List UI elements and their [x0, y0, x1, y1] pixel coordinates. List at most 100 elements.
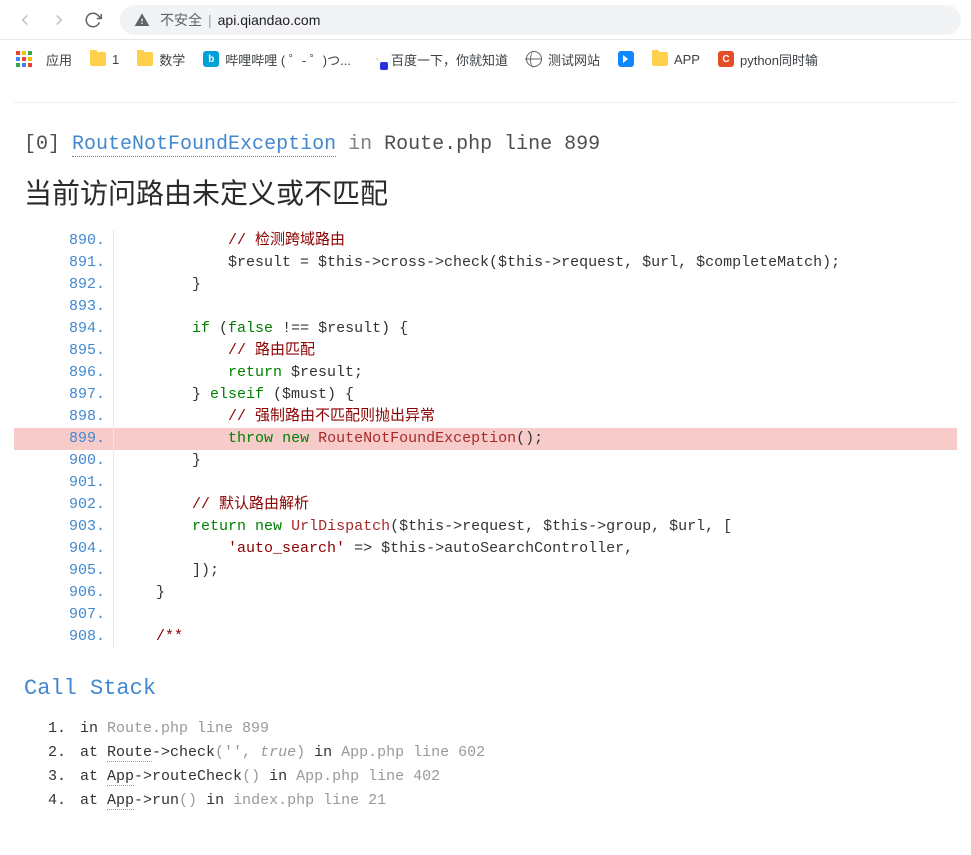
line-number: 890. [14, 230, 114, 252]
code-text: // 路由匹配 [114, 340, 957, 362]
bookmark-label: 哔哩哔哩 ( ゜- ゜)つ... [225, 50, 351, 69]
bookmark-item[interactable]: 测试网站 [518, 46, 608, 73]
code-line: 897. } elseif ($must) { [14, 384, 957, 406]
code-text: ]); [114, 560, 957, 582]
code-line: 891. $result = $this->cross->check($this… [14, 252, 957, 274]
code-text [114, 472, 957, 494]
code-line: 904. 'auto_search' => $this->autoSearchC… [14, 538, 957, 560]
line-number: 906. [14, 582, 114, 604]
line-number: 891. [14, 252, 114, 274]
line-number: 892. [14, 274, 114, 296]
line-number: 899. [14, 428, 114, 450]
code-text: // 默认路由解析 [114, 494, 957, 516]
error-in: in [348, 133, 372, 156]
insecure-icon [134, 12, 150, 28]
line-number: 897. [14, 384, 114, 406]
code-line: 905. ]); [14, 560, 957, 582]
code-line: 900. } [14, 450, 957, 472]
bookmark-item[interactable]: 百度一下，你就知道 [361, 46, 516, 73]
url-text: api.qiandao.com [218, 12, 321, 28]
code-line: 896. return $result; [14, 362, 957, 384]
apps-button[interactable] [10, 45, 38, 73]
bookmark-label: python同时输 [740, 50, 818, 69]
code-text [114, 296, 957, 318]
line-number: 895. [14, 340, 114, 362]
line-number: 893. [14, 296, 114, 318]
bookmark-label: 测试网站 [548, 50, 600, 69]
code-line: 890. // 检测跨域路由 [14, 230, 957, 252]
error-page: [0] RouteNotFoundException in Route.php … [14, 102, 957, 823]
bookmark-item[interactable] [610, 47, 642, 71]
line-number: 905. [14, 560, 114, 582]
address-bar[interactable]: 不安全 | api.qiandao.com [120, 5, 961, 35]
error-message: 当前访问路由未定义或不匹配 [14, 166, 957, 230]
bookmark-item[interactable]: b 哔哩哔哩 ( ゜- ゜)つ... [195, 46, 359, 73]
error-exception-link[interactable]: RouteNotFoundException [72, 133, 336, 157]
error-file: Route.php line 899 [384, 133, 600, 156]
code-text: /** [114, 626, 957, 648]
code-line: 895. // 路由匹配 [14, 340, 957, 362]
insecure-label: 不安全 [160, 10, 202, 30]
line-number: 907. [14, 604, 114, 626]
bookmark-label: APP [674, 52, 700, 67]
code-block: 890. // 检测跨域路由891. $result = $this->cros… [14, 230, 957, 648]
code-text: } elseif ($must) { [114, 384, 957, 406]
error-header: [0] RouteNotFoundException in Route.php … [14, 133, 957, 166]
call-stack: Call Stack 1.in Route.php line 8992.at R… [14, 648, 957, 823]
apps-label[interactable]: 应用 [46, 46, 80, 73]
line-number: 902. [14, 494, 114, 516]
code-text: return new UrlDispatch($this->request, $… [114, 516, 957, 538]
line-number: 894. [14, 318, 114, 340]
line-number: 900. [14, 450, 114, 472]
code-line: 908. /** [14, 626, 957, 648]
code-text [114, 604, 957, 626]
globe-icon [526, 51, 542, 67]
bookmarks-bar: 应用 1 数学 b 哔哩哔哩 ( ゜- ゜)つ... 百度一下，你就知道 测试网站 APP C… [0, 40, 971, 78]
forward-button[interactable] [44, 5, 74, 35]
line-number: 903. [14, 516, 114, 538]
code-text: return $result; [114, 362, 957, 384]
bookmark-item[interactable]: 数学 [129, 46, 193, 73]
code-text: 'auto_search' => $this->autoSearchContro… [114, 538, 957, 560]
callstack-item: 2.at Route->check('', true) in App.php l… [24, 741, 947, 765]
callstack-text: in Route.php line 899 [80, 717, 269, 741]
code-line: 901. [14, 472, 957, 494]
callstack-number: 1. [24, 717, 80, 741]
bookmark-item[interactable]: APP [644, 47, 708, 71]
callstack-text: at Route->check('', true) in App.php lin… [80, 741, 485, 765]
line-number: 908. [14, 626, 114, 648]
code-line: 902. // 默认路由解析 [14, 494, 957, 516]
folder-icon [652, 51, 668, 67]
browser-toolbar: 不安全 | api.qiandao.com [0, 0, 971, 40]
code-text: $result = $this->cross->check($this->req… [114, 252, 957, 274]
code-text: // 检测跨域路由 [114, 230, 957, 252]
code-text: } [114, 274, 957, 296]
line-number: 898. [14, 406, 114, 428]
code-line: 899. throw new RouteNotFoundException(); [14, 428, 957, 450]
url-separator: | [208, 12, 212, 28]
callstack-text: at App->routeCheck() in App.php line 402 [80, 765, 440, 789]
bookmark-label: 数学 [159, 50, 185, 69]
bilibili-icon: b [203, 51, 219, 67]
bookmark-item[interactable]: Cpython同时输 [710, 46, 826, 73]
code-line: 898. // 强制路由不匹配则抛出异常 [14, 406, 957, 428]
code-line: 907. [14, 604, 957, 626]
reload-button[interactable] [78, 5, 108, 35]
code-line: 893. [14, 296, 957, 318]
callstack-item: 3.at App->routeCheck() in App.php line 4… [24, 765, 947, 789]
line-number: 901. [14, 472, 114, 494]
baidu-icon [369, 51, 385, 67]
code-text: throw new RouteNotFoundException(); [114, 428, 957, 450]
c-icon: C [718, 51, 734, 67]
callstack-item: 4.at App->run() in index.php line 21 [24, 789, 947, 813]
bookmark-item[interactable]: 1 [82, 47, 127, 71]
callstack-text: at App->run() in index.php line 21 [80, 789, 386, 813]
play-icon [618, 51, 634, 67]
line-number: 904. [14, 538, 114, 560]
back-button[interactable] [10, 5, 40, 35]
code-text: if (false !== $result) { [114, 318, 957, 340]
bookmark-label: 1 [112, 52, 119, 67]
folder-icon [90, 51, 106, 67]
code-text: } [114, 450, 957, 472]
code-line: 906. } [14, 582, 957, 604]
